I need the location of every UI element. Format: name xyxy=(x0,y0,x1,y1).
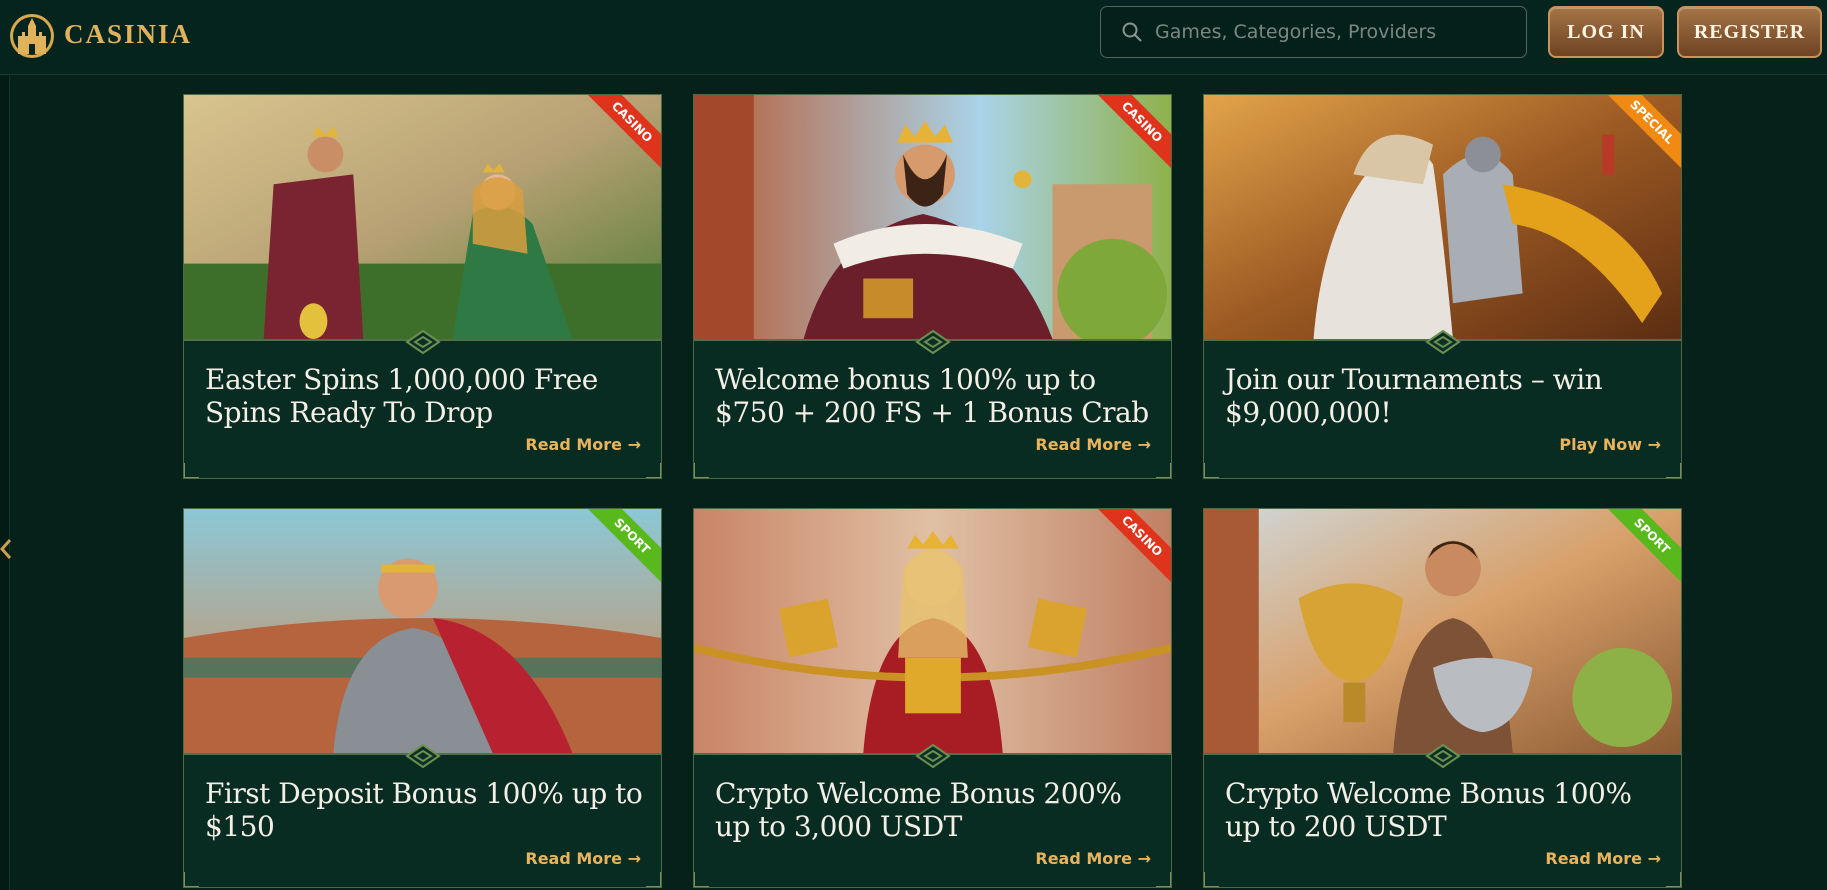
corner-ornament xyxy=(694,463,709,478)
promo-title: Join our Tournaments – win $9,000,000! xyxy=(1225,363,1603,429)
corner-ornament xyxy=(184,463,199,478)
corner-ornament xyxy=(1204,463,1219,478)
corner-ornament xyxy=(1666,463,1681,478)
promo-card[interactable]: CASINO Welcome bonus 100% up to $750 + 2… xyxy=(693,94,1172,479)
read-more-link[interactable]: Read More → xyxy=(525,435,641,454)
promo-card[interactable]: SPORT First Deposit Bonus 100% up to $15… xyxy=(183,508,662,888)
card-divider-diamond xyxy=(404,329,441,355)
sidebar-rail xyxy=(0,76,12,890)
play-now-link[interactable]: Play Now → xyxy=(1559,435,1661,454)
card-divider-diamond xyxy=(914,743,951,769)
promo-title: Crypto Welcome Bonus 100% up to 200 USDT xyxy=(1225,777,1632,843)
login-button[interactable]: LOG IN xyxy=(1548,6,1664,58)
corner-ornament xyxy=(1156,463,1171,478)
corner-ornament xyxy=(646,463,661,478)
promo-title: First Deposit Bonus 100% up to $150 xyxy=(205,777,643,843)
search-bar[interactable] xyxy=(1100,6,1527,58)
castle-logo-icon xyxy=(10,14,54,58)
brand-logo[interactable]: CASINIA xyxy=(8,6,208,62)
read-more-link[interactable]: Read More → xyxy=(1035,435,1151,454)
card-divider-diamond xyxy=(1424,329,1461,355)
brand-name: CASINIA xyxy=(64,18,193,49)
corner-ornament xyxy=(1204,872,1219,887)
promo-card[interactable]: CASINO Easter Spins 1,000,000 Free Spins… xyxy=(183,94,662,479)
category-ribbon: SPORT xyxy=(582,509,661,588)
card-divider-diamond xyxy=(914,329,951,355)
register-button[interactable]: REGISTER xyxy=(1677,6,1822,58)
card-divider-diamond xyxy=(404,743,441,769)
read-more-link[interactable]: Read More → xyxy=(1035,849,1151,868)
read-more-link[interactable]: Read More → xyxy=(525,849,641,868)
category-ribbon: SPORT xyxy=(1602,509,1681,588)
category-ribbon: CASINO xyxy=(1092,95,1171,174)
promo-card[interactable]: SPORT Crypto Welcome Bonus 100% up to 20… xyxy=(1203,508,1682,888)
search-input[interactable] xyxy=(1155,12,1515,52)
corner-ornament xyxy=(646,872,661,887)
corner-ornament xyxy=(1156,872,1171,887)
promo-title: Crypto Welcome Bonus 200% up to 3,000 US… xyxy=(715,777,1122,843)
category-ribbon: CASINO xyxy=(582,95,661,174)
promo-card[interactable]: SPECIAL Join our Tournaments – win $9,00… xyxy=(1203,94,1682,479)
category-ribbon: SPECIAL xyxy=(1602,95,1681,174)
corner-ornament xyxy=(184,872,199,887)
corner-ornament xyxy=(1666,872,1681,887)
card-divider-diamond xyxy=(1424,743,1461,769)
read-more-link[interactable]: Read More → xyxy=(1545,849,1661,868)
promo-title: Easter Spins 1,000,000 Free Spins Ready … xyxy=(205,363,598,429)
promo-title: Welcome bonus 100% up to $750 + 200 FS +… xyxy=(715,363,1149,429)
promo-card[interactable]: CASINO Crypto Welcome Bonus 200% up to 3… xyxy=(693,508,1172,888)
corner-ornament xyxy=(694,872,709,887)
expand-sidebar-icon[interactable] xyxy=(0,538,12,560)
search-icon xyxy=(1122,22,1142,42)
category-ribbon: CASINO xyxy=(1092,509,1171,588)
top-header: CASINIA LOG IN REGISTER xyxy=(0,0,1827,75)
